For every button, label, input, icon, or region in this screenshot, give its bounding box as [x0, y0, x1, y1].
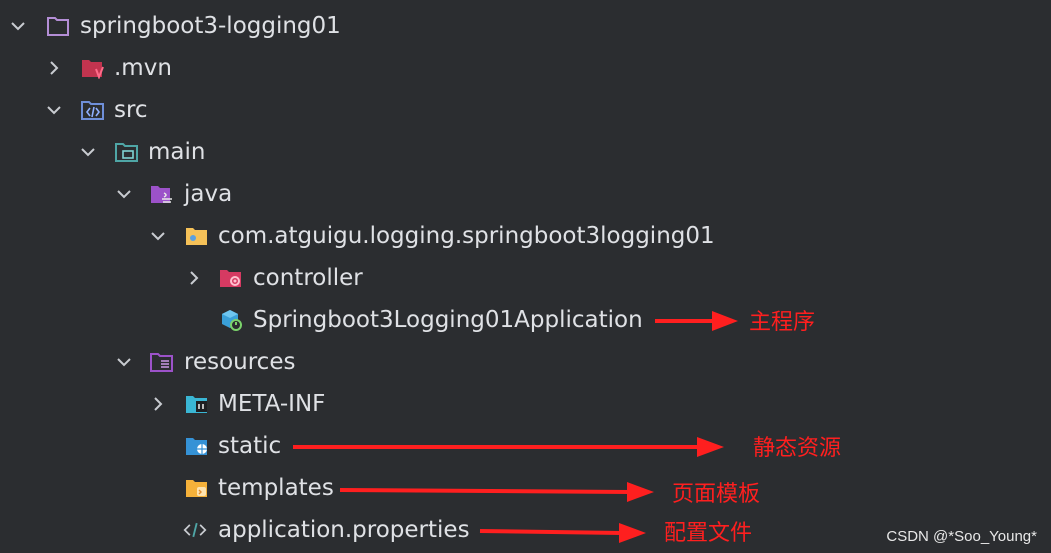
arrow-main-program [655, 311, 738, 331]
annotation-static-resources: 静态资源 [753, 436, 842, 461]
arrow-page-templates [339, 482, 654, 502]
arrow-config-file [479, 523, 646, 543]
watermark: CSDN @*Soo_Young* [886, 528, 1037, 545]
annotation-arrows [293, 311, 738, 543]
annotation-page-templates: 页面模板 [672, 482, 761, 507]
annotation-main-program: 主程序 [749, 310, 816, 335]
arrow-static-resources [293, 437, 724, 457]
annotation-config-file: 配置文件 [664, 521, 753, 546]
